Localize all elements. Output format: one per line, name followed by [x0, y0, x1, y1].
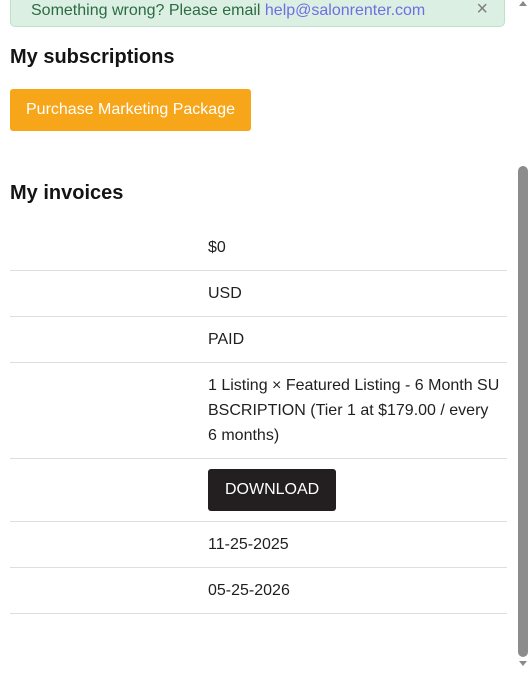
alert-message: Something wrong? Please email help@salon… [31, 1, 425, 21]
invoice-description: 1 Listing × Featured Listing - 6 Month S… [208, 377, 500, 444]
scrollbar-thumb[interactable] [518, 166, 528, 657]
page: Something wrong? Please email help@salon… [0, 0, 531, 674]
purchase-marketing-package-button[interactable]: Purchase Marketing Package [10, 89, 251, 131]
invoice-currency: USD [208, 285, 242, 302]
vertical-scrollbar[interactable] [515, 0, 531, 674]
invoice-row-period-end: 05-25-2026 [10, 568, 507, 614]
download-button[interactable]: DOWNLOAD [208, 469, 337, 511]
invoice-period-start: 11-25-2025 [208, 536, 289, 553]
invoice-period-end: 05-25-2026 [208, 582, 290, 599]
scroll-up-arrow-icon[interactable] [519, 1, 527, 6]
invoice-status: PAID [208, 331, 245, 348]
invoice-row-period-start: 11-25-2025 [10, 522, 507, 568]
invoices-heading: My invoices [10, 182, 124, 204]
close-icon[interactable]: × [476, 0, 488, 21]
help-email-link[interactable]: help@salonrenter.com [265, 2, 425, 19]
help-alert: Something wrong? Please email help@salon… [10, 0, 505, 27]
alert-text: Something wrong? Please email [31, 2, 265, 19]
invoice-row-download: DOWNLOAD [10, 459, 507, 522]
subscriptions-heading: My subscriptions [10, 46, 175, 68]
invoice-table: $0 USD PAID 1 Listing × Featured Listing… [10, 224, 507, 614]
invoice-row-currency: USD [10, 271, 507, 317]
invoice-row-amount: $0 [10, 224, 507, 271]
invoice-row-description: 1 Listing × Featured Listing - 6 Month S… [10, 363, 507, 459]
invoice-row-status: PAID [10, 317, 507, 363]
scroll-down-arrow-icon[interactable] [519, 661, 527, 666]
invoice-amount: $0 [208, 239, 226, 256]
